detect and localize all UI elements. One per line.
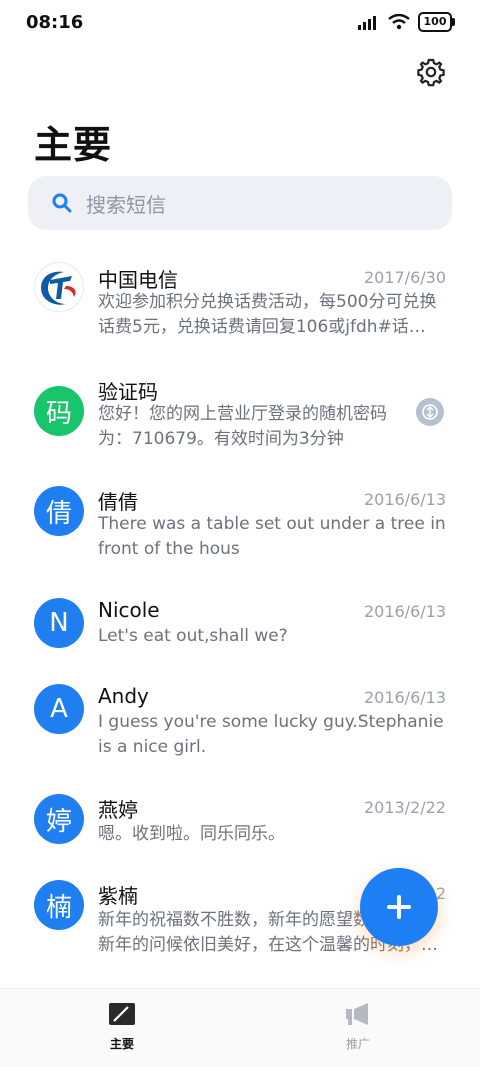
sim-indicator-icon <box>416 398 444 426</box>
message-item-yanting[interactable]: 婷 燕婷 2013/2/22 嗯。收到啦。同乐同乐。 <box>0 792 480 862</box>
avatar-china-telecom <box>34 262 84 312</box>
message-item-nicole[interactable]: N Nicole 2016/6/13 Let's eat out,shall w… <box>0 594 480 664</box>
settings-button[interactable] <box>415 56 447 88</box>
sender-name: Andy <box>98 684 149 708</box>
message-item-andy[interactable]: A Andy 2016/6/13 I guess you're some luc… <box>0 682 480 772</box>
search-icon <box>52 193 72 213</box>
message-preview: I guess you're some lucky guy.Stephanie … <box>98 712 444 757</box>
avatar-letter: 倩 <box>45 498 72 529</box>
tab-main[interactable]: 主要 <box>82 1001 162 1052</box>
china-telecom-logo-icon <box>37 265 81 309</box>
message-icon <box>109 1003 135 1025</box>
message-date: 2013/2/22 <box>363 798 446 817</box>
avatar-zinan: 楠 <box>34 880 84 930</box>
new-message-button[interactable] <box>360 868 438 946</box>
message-item-china-telecom[interactable]: 中国电信 2017/6/30 欢迎参加积分兑换话费活动，每500分可兑换话费5元… <box>0 248 480 352</box>
message-preview: 欢迎参加积分兑换话费活动，每500分可兑换话费5元，兑换话费请回复106或jfd… <box>98 292 437 337</box>
sender-name: 紫楠 <box>98 884 138 908</box>
avatar-qianqian: 倩 <box>34 486 84 536</box>
bottom-tab-bar: 主要 推广 <box>0 988 480 1067</box>
tab-label: 推广 <box>345 1037 370 1051</box>
tab-promotion[interactable]: 推广 <box>318 1001 398 1052</box>
message-preview: 您好！您的网上营业厅登录的随机密码为：710679。有效时间为3分钟 <box>98 404 387 449</box>
wifi-icon <box>388 14 410 30</box>
message-date: 2017/6/30 <box>363 268 446 287</box>
sender-name: 燕婷 <box>98 798 138 822</box>
megaphone-icon <box>346 1003 368 1025</box>
status-time: 08:16 <box>26 12 84 33</box>
search-placeholder: 搜索短信 <box>86 192 166 217</box>
sender-name: Nicole <box>98 598 160 622</box>
battery-icon: 100 <box>418 12 455 32</box>
message-date: 2016/6/13 <box>363 490 446 509</box>
gear-icon <box>417 58 445 87</box>
message-preview: 嗯。收到啦。同乐同乐。 <box>98 824 285 844</box>
signal-icon <box>358 16 376 30</box>
page-title: 主要 <box>34 123 113 167</box>
plus-icon <box>387 895 411 919</box>
avatar-letter: N <box>49 608 69 638</box>
status-icons: 100 <box>358 12 455 32</box>
message-date: 2016/6/13 <box>363 602 446 621</box>
avatar-letter: 婷 <box>45 806 72 837</box>
message-preview: Let's eat out,shall we? <box>98 626 288 646</box>
battery-level: 100 <box>423 15 447 28</box>
message-item-verification-code[interactable]: 码 验证码 您好！您的网上营业厅登录的随机密码为：710679。有效时间为3分钟 <box>0 366 480 466</box>
tab-label: 主要 <box>109 1037 134 1051</box>
message-date: 2016/6/13 <box>363 688 446 707</box>
sender-name: 验证码 <box>98 380 158 404</box>
avatar-yanting: 婷 <box>34 794 84 844</box>
avatar-letter: 码 <box>45 398 72 429</box>
message-item-qianqian[interactable]: 倩 倩倩 2016/6/13 There was a table set out… <box>0 480 480 580</box>
message-preview: There was a table set out under a tree i… <box>98 514 446 559</box>
sender-name: 倩倩 <box>98 490 138 514</box>
avatar-letter: A <box>50 694 68 724</box>
sender-name: 中国电信 <box>98 268 178 292</box>
avatar-letter: 楠 <box>45 892 72 923</box>
avatar-nicole: N <box>34 598 84 648</box>
search-bar[interactable]: 搜索短信 <box>28 176 452 230</box>
avatar-andy: A <box>34 684 84 734</box>
avatar-verification-code: 码 <box>34 386 84 436</box>
status-bar: 08:16 100 <box>0 0 480 46</box>
